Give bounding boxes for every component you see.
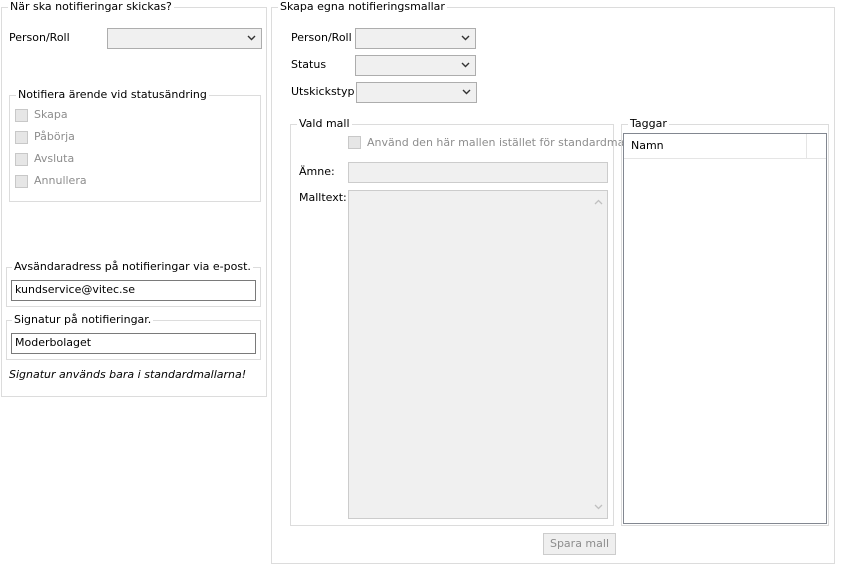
signature-title: Signatur på notifieringar. <box>12 313 154 327</box>
chevron-down-icon <box>462 89 471 95</box>
utskickstyp-label: Utskickstyp <box>291 85 355 98</box>
scroll-up-arrow-icon[interactable] <box>594 199 603 205</box>
chevron-down-icon <box>461 62 470 68</box>
tags-list-header: Namn <box>624 134 807 159</box>
right-person-roll-label: Person/Roll <box>291 31 352 44</box>
checkbox-paborja-label: Påbörja <box>34 130 75 143</box>
tags-column-header[interactable]: Namn <box>631 139 664 153</box>
checkbox-skapa[interactable] <box>15 109 28 122</box>
checkbox-avsluta-label: Avsluta <box>34 152 75 165</box>
selected-template-title: Vald mall <box>297 117 352 131</box>
tags-title: Taggar <box>628 117 669 131</box>
status-change-title: Notifiera ärende vid statusändring <box>16 88 209 102</box>
status-label: Status <box>291 58 327 71</box>
left-person-roll-select[interactable] <box>107 28 262 49</box>
sender-address-input[interactable]: kundservice@vitec.se <box>11 280 256 301</box>
checkbox-skapa-label: Skapa <box>34 108 68 121</box>
malltext-label: Malltext: <box>299 191 347 204</box>
left-person-roll-label: Person/Roll <box>9 31 70 44</box>
checkbox-annullera-label: Annullera <box>34 174 87 187</box>
sender-address-title: Avsändaradress på notifieringar via e-po… <box>12 260 253 274</box>
checkbox-annullera[interactable] <box>15 175 28 188</box>
right-person-roll-select[interactable] <box>355 28 476 49</box>
use-template-label: Använd den här mallen istället för stand… <box>367 136 645 149</box>
save-template-button[interactable]: Spara mall <box>543 533 616 555</box>
amne-input[interactable] <box>348 162 608 183</box>
utskickstyp-select[interactable] <box>356 82 477 103</box>
custom-templates-title: Skapa egna notifieringsmallar <box>278 0 447 14</box>
scroll-down-arrow-icon[interactable] <box>594 504 603 510</box>
checkbox-avsluta[interactable] <box>15 153 28 166</box>
chevron-down-icon <box>461 35 470 41</box>
use-template-checkbox[interactable] <box>348 136 361 149</box>
signature-note: Signatur används bara i standardmallarna… <box>9 368 247 381</box>
notification-settings-title: När ska notifieringar skickas? <box>8 0 174 14</box>
malltext-textarea[interactable] <box>348 190 608 519</box>
status-select[interactable] <box>355 55 476 76</box>
amne-label: Ämne: <box>299 165 335 178</box>
tags-list[interactable]: Namn <box>623 133 827 524</box>
checkbox-paborja[interactable] <box>15 131 28 144</box>
tags-list-header-filler <box>807 134 826 159</box>
signature-input[interactable]: Moderbolaget <box>11 333 256 354</box>
chevron-down-icon <box>247 35 256 41</box>
malltext-scrollbar[interactable] <box>590 191 607 518</box>
